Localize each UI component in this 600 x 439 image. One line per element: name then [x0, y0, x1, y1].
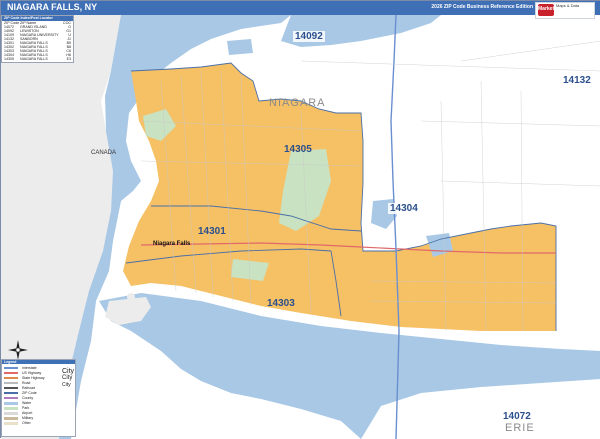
legend-row: Interstate: [4, 366, 74, 370]
legend-row: Airport: [4, 411, 74, 415]
legend-label: Railroad: [22, 386, 36, 390]
place-label-erie: ERIE: [505, 422, 535, 434]
legend-row: Railroad: [4, 386, 74, 390]
legend-label: County: [22, 396, 34, 400]
legend-label: Road: [22, 381, 31, 385]
legend-label: Interstate: [22, 366, 37, 370]
legend-swatch: [4, 417, 18, 420]
row-zip: 14305: [4, 57, 14, 61]
legend-label: Park: [22, 406, 30, 410]
legend-row: Road: [4, 381, 74, 385]
north-arrow-icon: [8, 340, 28, 360]
publisher-logo: MarketMAPS Maps & Data: [535, 2, 595, 19]
zip-index-panel: ZIP Code Index/Post Locator ZIP Code ZIP…: [1, 15, 74, 63]
zip-label-14301: 14301: [198, 226, 226, 237]
legend-row: Park: [4, 406, 74, 410]
island-dot: [127, 293, 135, 301]
legend-label: Military: [22, 416, 34, 420]
logo-badge-text: MarketMAPS: [538, 6, 569, 12]
legend-swatch: [4, 377, 18, 379]
legend-row: Water: [4, 401, 74, 405]
legend-swatch: [4, 387, 18, 389]
legend-swatch: [4, 402, 18, 405]
zip-label-14305: 14305: [284, 144, 312, 155]
city-label-niagara-falls: Niagara Falls: [153, 241, 191, 247]
legend-swatch: [4, 392, 18, 394]
pond: [227, 39, 253, 55]
legend-title: Legend: [2, 360, 75, 364]
legend-swatch: [4, 367, 18, 369]
legend-label: ZIP Code: [22, 391, 37, 395]
header-bar: NIAGARA FALLS, NY 2026 ZIP Code Business…: [1, 1, 600, 15]
map-frame: NIAGARA FALLS, NY 2026 ZIP Code Business…: [0, 0, 600, 439]
legend-label: State Highway: [22, 376, 45, 380]
map-title: NIAGARA FALLS, NY: [7, 2, 98, 12]
zip-index-row: 14305 NIAGARA FALLS E3: [2, 57, 73, 61]
row-name: NIAGARA FALLS: [20, 57, 48, 61]
legend-row: State Highway: [4, 376, 74, 380]
zip-label-14132: 14132: [561, 75, 593, 86]
zip-label-14072: 14072: [501, 411, 533, 422]
legend-swatch: [4, 407, 18, 410]
legend-label: Airport: [22, 411, 33, 415]
map-canvas: [1, 15, 600, 439]
logo-badge-icon: MarketMAPS: [538, 4, 569, 16]
legend-row: Other: [4, 421, 74, 425]
legend-row: ZIP Code: [4, 391, 74, 395]
legend-swatch: [4, 412, 18, 415]
map-legend-panel: Legend City City City Interstate US High…: [1, 359, 76, 437]
legend-label: Water: [22, 401, 32, 405]
legend-label: US Highway: [22, 371, 42, 375]
place-label-niagara: NIAGARA: [269, 97, 326, 109]
legend-label: Other: [22, 421, 31, 425]
legend-row: US Highway: [4, 371, 74, 375]
legend-row: Military: [4, 416, 74, 420]
legend-swatch: [4, 397, 18, 399]
legend-row: County: [4, 396, 74, 400]
map-subtitle: 2026 ZIP Code Business Reference Edition: [431, 4, 533, 10]
row-code: E3: [66, 57, 71, 61]
zip-label-14303: 14303: [267, 298, 295, 309]
legend-swatch: [4, 382, 18, 384]
legend-swatch: [4, 422, 18, 425]
logo-tagline: Maps & Data: [556, 3, 580, 8]
zip-label-14304: 14304: [388, 203, 420, 214]
zip-label-14092: 14092: [293, 31, 325, 42]
legend-swatch: [4, 372, 18, 374]
country-label-canada: CANADA: [91, 150, 117, 156]
